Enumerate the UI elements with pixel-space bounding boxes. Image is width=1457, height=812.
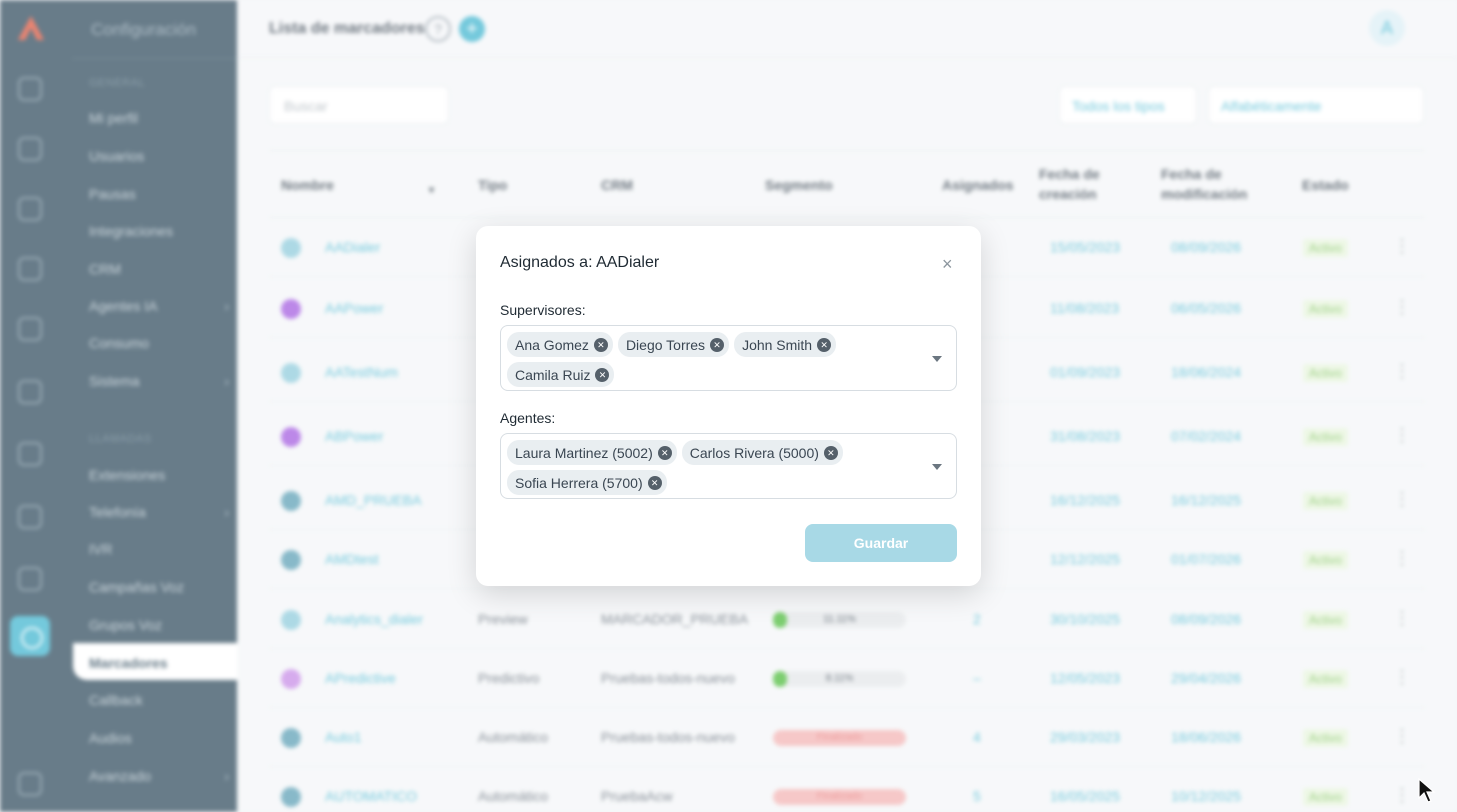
remove-chip-icon[interactable]: ✕ <box>593 337 608 352</box>
remove-chip-icon[interactable]: ✕ <box>823 445 838 460</box>
dialog-title: Asignados a: AADialer <box>500 254 660 271</box>
agent-chip: Sofia Herrera (5700) ✕ <box>507 470 667 495</box>
supervisors-label: Supervisores: <box>500 302 586 318</box>
chip-label: John Smith <box>742 336 813 353</box>
supervisor-chip: John Smith ✕ <box>734 332 837 357</box>
chip-label: Laura Martinez (5002) <box>515 444 653 461</box>
agents-chips: Laura Martinez (5002) ✕ Carlos Rivera (500… <box>507 440 927 495</box>
remove-chip-icon[interactable]: ✕ <box>817 337 832 352</box>
chip-label: Sofia Herrera (5700) <box>515 474 643 491</box>
close-icon[interactable]: × <box>942 254 953 275</box>
supervisor-chip: Diego Torres ✕ <box>617 332 730 357</box>
supervisors-chips: Ana Gomez ✕ Diego Torres ✕ John Smith ✕ Camila… <box>507 332 927 387</box>
supervisor-chip: Ana Gomez ✕ <box>507 332 613 357</box>
chip-label: Diego Torres <box>625 336 706 353</box>
remove-chip-icon[interactable]: ✕ <box>595 367 610 382</box>
chevron-down-icon[interactable] <box>932 356 942 362</box>
chip-label: Camila Ruiz <box>515 366 591 383</box>
agents-multiselect[interactable]: Laura Martinez (5002) ✕ Carlos Rivera (500… <box>500 433 957 499</box>
supervisor-chip: Camila Ruiz ✕ <box>507 362 615 387</box>
agent-chip: Carlos Rivera (5000) ✕ <box>681 440 843 465</box>
chip-label: Carlos Rivera (5000) <box>689 444 819 461</box>
save-button[interactable]: Guardar <box>805 524 957 562</box>
agents-label: Agentes: <box>500 410 556 426</box>
chip-label: Ana Gomez <box>515 336 589 353</box>
remove-chip-icon[interactable]: ✕ <box>710 337 725 352</box>
supervisors-multiselect[interactable]: Ana Gomez ✕ Diego Torres ✕ John Smith ✕ Camila… <box>500 325 957 391</box>
assigned-dialog: Asignados a: AADialer × Supervisores: An… <box>476 226 981 586</box>
remove-chip-icon[interactable]: ✕ <box>647 475 662 490</box>
chevron-down-icon[interactable] <box>932 464 942 470</box>
remove-chip-icon[interactable]: ✕ <box>657 445 672 460</box>
mouse-cursor-icon <box>1418 778 1436 803</box>
agent-chip: Laura Martinez (5002) ✕ <box>507 440 677 465</box>
